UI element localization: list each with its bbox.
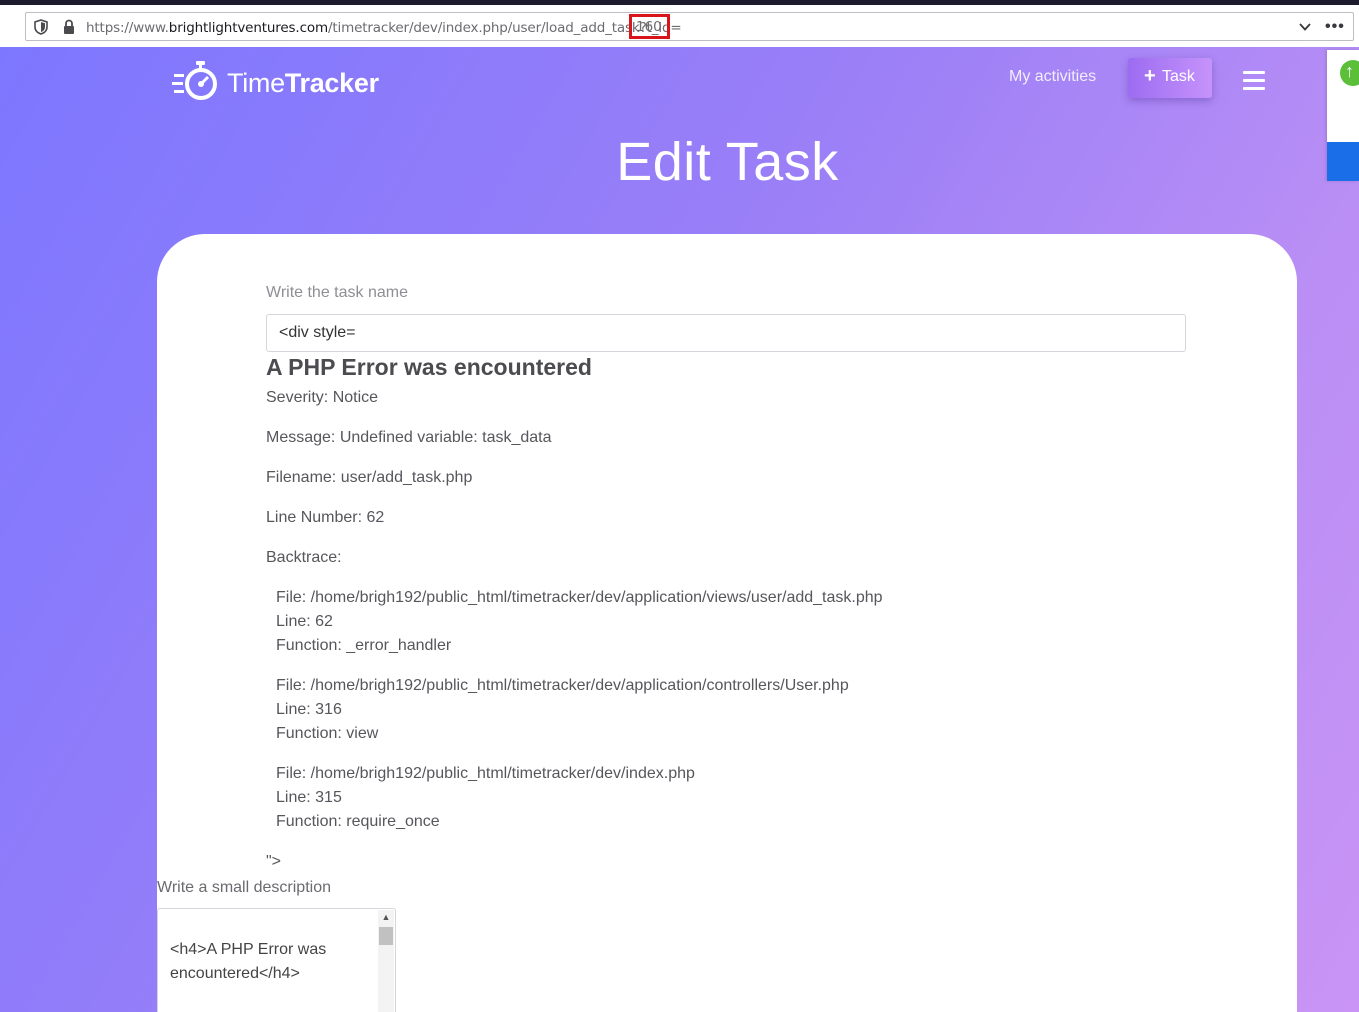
scroll-thumb[interactable] (379, 927, 393, 945)
add-task-button[interactable]: + Task (1128, 58, 1212, 98)
logo[interactable]: TimeTracker (172, 60, 379, 102)
error-severity: Severity: Notice (266, 389, 379, 406)
url-prefix: https://www. (86, 20, 169, 36)
stopwatch-icon (172, 61, 217, 100)
logo-text: TimeTracker (227, 68, 379, 99)
hamburger-icon[interactable] (1243, 71, 1265, 91)
backtrace-line: Line: 316 (276, 701, 342, 718)
page-title: Edit Task (616, 132, 839, 192)
error-trailing-text: "> (266, 853, 282, 870)
error-heading: A PHP Error was encountered (266, 354, 592, 380)
url-domain: brightlightventures.com (168, 20, 328, 36)
edit-task-card: Write the task name A PHP Error was enco… (157, 234, 1297, 1012)
task-name-input[interactable] (266, 314, 1186, 352)
add-task-button-label: Task (1162, 68, 1195, 85)
chevron-down-icon[interactable] (1298, 21, 1312, 33)
backtrace-file: File: /home/brigh192/public_html/timetra… (276, 765, 695, 782)
description-label: Write a small description (157, 879, 331, 896)
description-text[interactable]: <h4>A PHP Error was encountered</h4> (170, 938, 375, 986)
description-textarea[interactable]: <h4>A PHP Error was encountered</h4> ▲ ▼ (157, 908, 396, 1012)
page-background: TimeTracker My activities + Task ↑ Edit … (0, 47, 1359, 1012)
url-highlight-value: 160 (636, 19, 662, 35)
backtrace-line: Line: 315 (276, 789, 342, 806)
lock-icon[interactable] (63, 19, 75, 35)
url-highlight-box: 160 (629, 14, 670, 39)
logo-text-light: Time (227, 68, 285, 98)
backtrace-file: File: /home/brigh192/public_html/timetra… (276, 589, 883, 606)
address-bar[interactable]: https://www.brightlightventures.com/time… (25, 12, 1354, 41)
backtrace-function: Function: view (276, 725, 379, 742)
scroll-up-arrow-icon[interactable]: ▲ (379, 912, 393, 924)
nav-my-activities[interactable]: My activities (1009, 68, 1096, 86)
plus-icon: + (1144, 65, 1156, 87)
shield-icon[interactable] (34, 19, 48, 35)
task-name-label: Write the task name (266, 284, 408, 301)
browser-toolbar: https://www.brightlightventures.com/time… (0, 5, 1359, 48)
backtrace-function: Function: _error_handler (276, 637, 452, 654)
error-message: Message: Undefined variable: task_data (266, 429, 552, 446)
arrow-up-icon[interactable]: ↑ (1340, 60, 1359, 86)
description-scrollbar[interactable] (378, 910, 394, 1012)
backtrace-file: File: /home/brigh192/public_html/timetra… (276, 677, 849, 694)
url-text[interactable]: https://www.brightlightventures.com/time… (86, 20, 682, 36)
backtrace-line: Line: 62 (276, 613, 333, 630)
backtrace-function: Function: require_once (276, 813, 440, 830)
more-icon[interactable]: ••• (1325, 18, 1345, 36)
error-line-number: Line Number: 62 (266, 509, 385, 526)
error-backtrace-label: Backtrace: (266, 549, 342, 566)
error-filename: Filename: user/add_task.php (266, 469, 473, 486)
logo-text-bold: Tracker (284, 68, 379, 98)
